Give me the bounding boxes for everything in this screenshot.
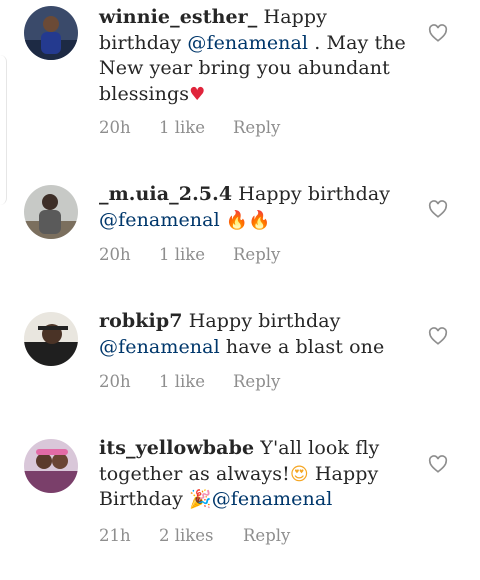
comment-text: its_yellowbabe Y'all look fly together a… <box>99 437 380 510</box>
mention-link[interactable]: @fenamenal <box>99 336 220 358</box>
comment-timestamp: 20h <box>99 245 131 264</box>
comment-username[interactable]: robkip7 <box>99 310 183 332</box>
mention-link[interactable]: @fenamenal <box>187 32 308 54</box>
comment-like-count[interactable]: 1 like <box>159 118 233 137</box>
heart-outline-icon[interactable] <box>428 327 448 345</box>
comment-timestamp: 20h <box>99 118 131 137</box>
fire-emoji: 🔥🔥 <box>225 209 271 231</box>
reply-button[interactable]: Reply <box>243 526 290 545</box>
comment-text: robkip7 Happy birthday @fenamenal have a… <box>99 310 385 358</box>
comment-like-count[interactable]: 1 like <box>159 245 233 264</box>
avatar[interactable] <box>24 185 78 239</box>
comment-meta: 20h 1 like Reply <box>99 118 280 137</box>
reply-button[interactable]: Reply <box>233 118 280 137</box>
mention-link[interactable]: @fenamenal <box>99 209 220 231</box>
comment-meta: 21h 2 likes Reply <box>99 526 290 545</box>
comment-username[interactable]: winnie_esther_ <box>99 6 257 28</box>
comment-like-count[interactable]: 1 like <box>159 372 233 391</box>
comment-timestamp: 21h <box>99 526 131 545</box>
avatar[interactable] <box>24 312 78 366</box>
heart-outline-icon[interactable] <box>428 24 448 42</box>
avatar[interactable] <box>24 6 78 60</box>
comment-timestamp: 20h <box>99 372 131 391</box>
comment-username[interactable]: _m.uia_2.5.4 <box>99 183 232 205</box>
reply-button[interactable]: Reply <box>233 245 280 264</box>
comment-text: winnie_esther_ Happy birthday @fenamenal… <box>99 6 406 105</box>
comment-meta: 20h 1 like Reply <box>99 245 280 264</box>
heart-outline-icon[interactable] <box>428 200 448 218</box>
red-heart-emoji: ♥ <box>189 83 206 105</box>
reply-button[interactable]: Reply <box>233 372 280 391</box>
heart-outline-icon[interactable] <box>428 455 448 473</box>
mention-link[interactable]: @fenamenal <box>212 488 333 510</box>
comment-meta: 20h 1 like Reply <box>99 372 280 391</box>
heart-eyes-emoji: 😍 <box>289 463 309 485</box>
comment-username[interactable]: its_yellowbabe <box>99 437 254 459</box>
panel-edge-divider <box>0 55 7 205</box>
comment-like-count[interactable]: 2 likes <box>159 526 243 545</box>
avatar[interactable] <box>24 439 78 493</box>
party-popper-emoji: 🎉 <box>189 489 212 510</box>
comment-text: _m.uia_2.5.4 Happy birthday @fenamenal 🔥… <box>99 183 391 231</box>
